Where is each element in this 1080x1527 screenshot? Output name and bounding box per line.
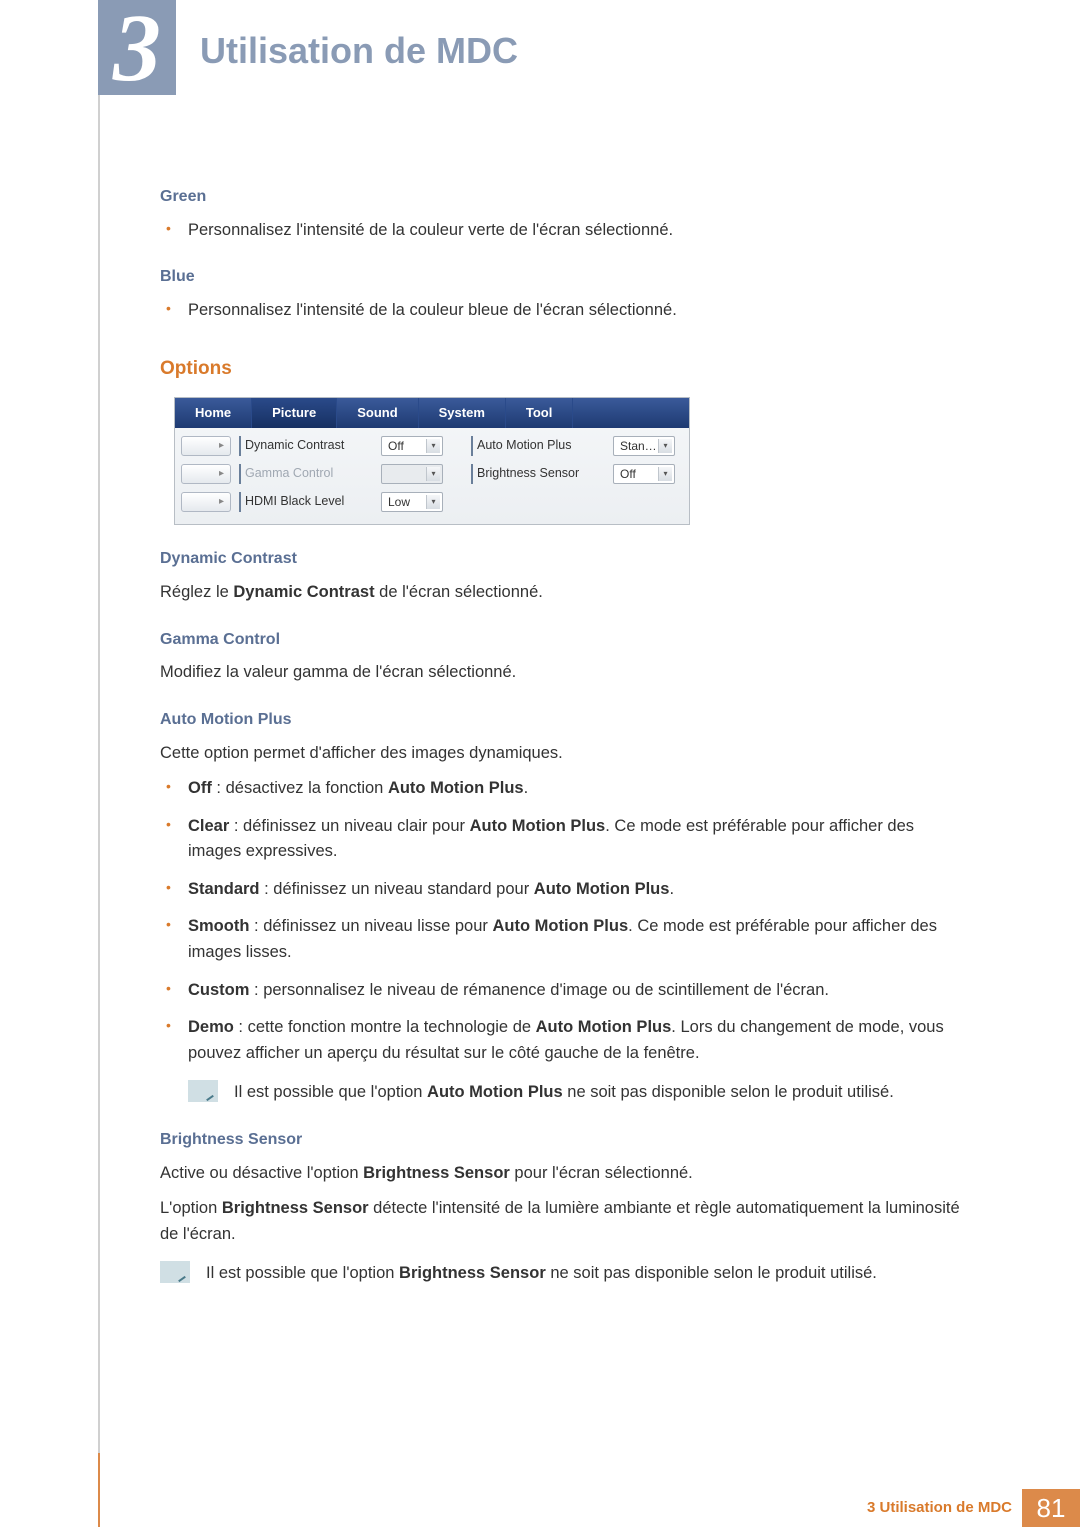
tab-picture[interactable]: Picture [252,398,337,428]
note-amp: Il est possible que l'option Auto Motion… [234,1080,960,1106]
para-bs-1: Active ou désactive l'option Brightness … [160,1161,960,1187]
amp-item-clear: Clear : définissez un niveau clair pour … [188,814,960,865]
note-icon [160,1261,190,1283]
row-label-auto-motion-plus: Auto Motion Plus [471,436,605,455]
amp-item-off: Off : désactivez la fonction Auto Motion… [188,776,960,802]
dropdown-value: Off [388,437,404,456]
expand-button-1[interactable]: ▸ [181,436,231,456]
tab-sound[interactable]: Sound [337,398,418,428]
para-bs-2: L'option Brightness Sensor détecte l'int… [160,1196,960,1247]
amp-item-custom: Custom : personnalisez le niveau de réma… [188,978,960,1004]
row-label-dynamic-contrast: Dynamic Contrast [239,436,373,455]
heading-green: Green [160,185,960,210]
options-panel: Home Picture Sound System Tool ▸ Dynamic… [174,397,690,525]
heading-options: Options [160,354,960,383]
chapter-number-box: 3 [98,0,176,95]
note-bs: Il est possible que l'option Brightness … [206,1261,960,1287]
panel-rows: ▸ Dynamic Contrast Off ▾ Auto Motion Plu… [175,428,689,524]
heading-auto-motion-plus: Auto Motion Plus [160,708,960,733]
tab-home[interactable]: Home [175,398,252,428]
chevron-down-icon: ▾ [426,439,440,453]
sidebar-rule [98,0,100,1455]
footer-chapter-label: 3 Utilisation de MDC [867,1489,1022,1527]
amp-item-standard: Standard : définissez un niveau standard… [188,877,960,903]
dropdown-value: Off [620,465,636,484]
heading-gamma-control: Gamma Control [160,628,960,653]
chevron-down-icon: ▾ [658,467,672,481]
dropdown-brightness-sensor[interactable]: Off ▾ [613,464,675,484]
dropdown-value: Low [388,493,410,512]
bullet-green-1: Personnalisez l'intensité de la couleur … [188,218,960,244]
amp-item-demo: Demo : cette fonction montre la technolo… [188,1015,960,1066]
dropdown-dynamic-contrast[interactable]: Off ▾ [381,436,443,456]
para-dynamic-contrast: Réglez le Dynamic Contrast de l'écran sé… [160,580,960,606]
heading-dynamic-contrast: Dynamic Contrast [160,547,960,572]
note-icon [188,1080,218,1102]
panel-tabbar: Home Picture Sound System Tool [175,398,689,428]
content-area: Green Personnalisez l'intensité de la co… [160,185,960,1301]
tab-system[interactable]: System [419,398,506,428]
page-title: Utilisation de MDC [200,30,518,72]
para-amp-intro: Cette option permet d'afficher des image… [160,741,960,767]
amp-item-smooth: Smooth : définissez un niveau lisse pour… [188,914,960,965]
heading-brightness-sensor: Brightness Sensor [160,1128,960,1153]
para-gamma-control: Modifiez la valeur gamma de l'écran séle… [160,660,960,686]
tab-tool[interactable]: Tool [506,398,573,428]
footer-page-number: 81 [1022,1489,1080,1527]
dropdown-auto-motion-plus[interactable]: Stan… ▾ [613,436,675,456]
expand-button-2[interactable]: ▸ [181,464,231,484]
bullet-blue-1: Personnalisez l'intensité de la couleur … [188,298,960,324]
expand-button-3[interactable]: ▸ [181,492,231,512]
heading-blue: Blue [160,265,960,290]
dropdown-gamma-control: ▾ [381,464,443,484]
dropdown-value: Stan… [620,437,657,456]
chevron-down-icon: ▾ [426,495,440,509]
row-label-brightness-sensor: Brightness Sensor [471,464,605,483]
dropdown-hdmi-black-level[interactable]: Low ▾ [381,492,443,512]
footer: 3 Utilisation de MDC 81 [0,1489,1080,1527]
chevron-down-icon: ▾ [658,439,672,453]
row-label-hdmi-black-level: HDMI Black Level [239,492,373,511]
chevron-down-icon: ▾ [426,467,440,481]
row-label-gamma-control: Gamma Control [239,464,373,483]
